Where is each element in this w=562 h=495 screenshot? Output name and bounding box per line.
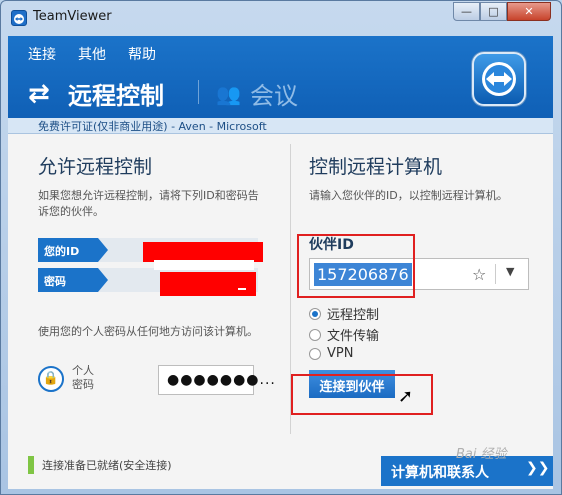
menu-bar: 连接 其他 帮助 [28,44,156,64]
chevron-down-icon[interactable]: ▼ [506,265,514,278]
tab-meeting[interactable]: 👥 会议 [216,76,298,111]
window-controls: — □ ✕ [453,2,551,21]
radio-file-transfer-label: 文件传输 [327,329,380,344]
teamviewer-app-icon [11,10,27,26]
teamviewer-window: TeamViewer — □ ✕ 连接 其他 帮助 ⇄ 远程控制 👥 会议 免费… [0,0,562,495]
app-header: 连接 其他 帮助 ⇄ 远程控制 👥 会议 [8,36,553,121]
maximize-button[interactable]: □ [480,2,507,21]
title-bar: TeamViewer — □ ✕ [1,1,561,35]
menu-item-connect[interactable]: 连接 [28,44,56,64]
personal-password-label: 个人 密码 [72,364,94,392]
control-remote-title: 控制远程计算机 [309,156,443,178]
teamviewer-logo [472,52,526,106]
tab-meeting-label: 会议 [250,82,298,110]
minimize-button[interactable]: — [453,2,480,21]
star-icon[interactable]: ☆ [472,265,486,284]
main-panel: 允许远程控制 如果您想允许远程控制，请将下列ID和密码告诉您的伙伴。 您的ID … [8,134,553,489]
computers-contacts-label: 计算机和联系人 [391,465,489,481]
double-chevron-right-icon: ❯❯ [526,460,550,476]
window-title: TeamViewer [33,9,112,24]
license-text: 免费许可证(仅非商业用途) - Aven - Microsoft [38,120,267,133]
tab-remote-control[interactable]: ⇄ 远程控制 [28,76,164,111]
menu-item-help[interactable]: 帮助 [128,44,156,64]
close-button[interactable]: ✕ [507,2,551,21]
people-icon: 👥 [216,81,241,106]
allow-remote-control-section: 允许远程控制 如果您想允许远程控制，请将下列ID和密码告诉您的伙伴。 您的ID … [8,134,283,434]
radio-remote-control-label: 远程控制 [327,308,380,323]
tab-remote-control-label: 远程控制 [68,82,164,110]
personal-password-description: 使用您的个人密码从任何地方访问该计算机。 [38,325,258,338]
your-id-label: 您的ID [38,238,108,262]
personal-password-field[interactable]: ●●●●●●●... [158,365,275,395]
radio-button[interactable] [309,347,321,360]
radio-button-checked[interactable] [309,307,321,320]
watermark: Bai 经验 [456,447,507,462]
personal-password-label-line1: 个人 [72,364,94,377]
highlight-partner-id [297,234,415,298]
redaction-block [143,242,263,262]
connection-status: 连接准备已就绪(安全连接) [28,456,172,474]
redaction-mark [238,288,246,290]
lock-icon: 🔒 [38,366,64,392]
status-text: 连接准备已就绪(安全连接) [42,459,172,472]
status-indicator [28,456,34,474]
redaction-gap [154,260,254,270]
radio-vpn-label: VPN [327,346,354,361]
highlight-connect-button [291,374,433,415]
allow-remote-title: 允许远程控制 [38,156,153,178]
personal-password-label-line2: 密码 [72,378,94,391]
radio-button[interactable] [309,328,321,341]
menu-item-other[interactable]: 其他 [78,44,106,64]
allow-remote-description: 如果您想允许远程控制，请将下列ID和密码告诉您的伙伴。 [38,189,259,218]
license-bar: 免费许可证(仅非商业用途) - Aven - Microsoft [8,118,553,134]
radio-vpn[interactable]: VPN [309,346,353,361]
redaction-block [160,272,256,296]
input-divider [495,264,496,284]
radio-file-transfer[interactable]: 文件传输 [309,325,379,344]
bidirectional-arrows-icon: ⇄ [28,78,50,109]
control-remote-description: 请输入您伙伴的ID，以控制远程计算机。 [309,189,508,202]
password-label: 密码 [38,268,108,292]
radio-remote-control[interactable]: 远程控制 [309,304,379,323]
tab-divider [198,80,199,104]
